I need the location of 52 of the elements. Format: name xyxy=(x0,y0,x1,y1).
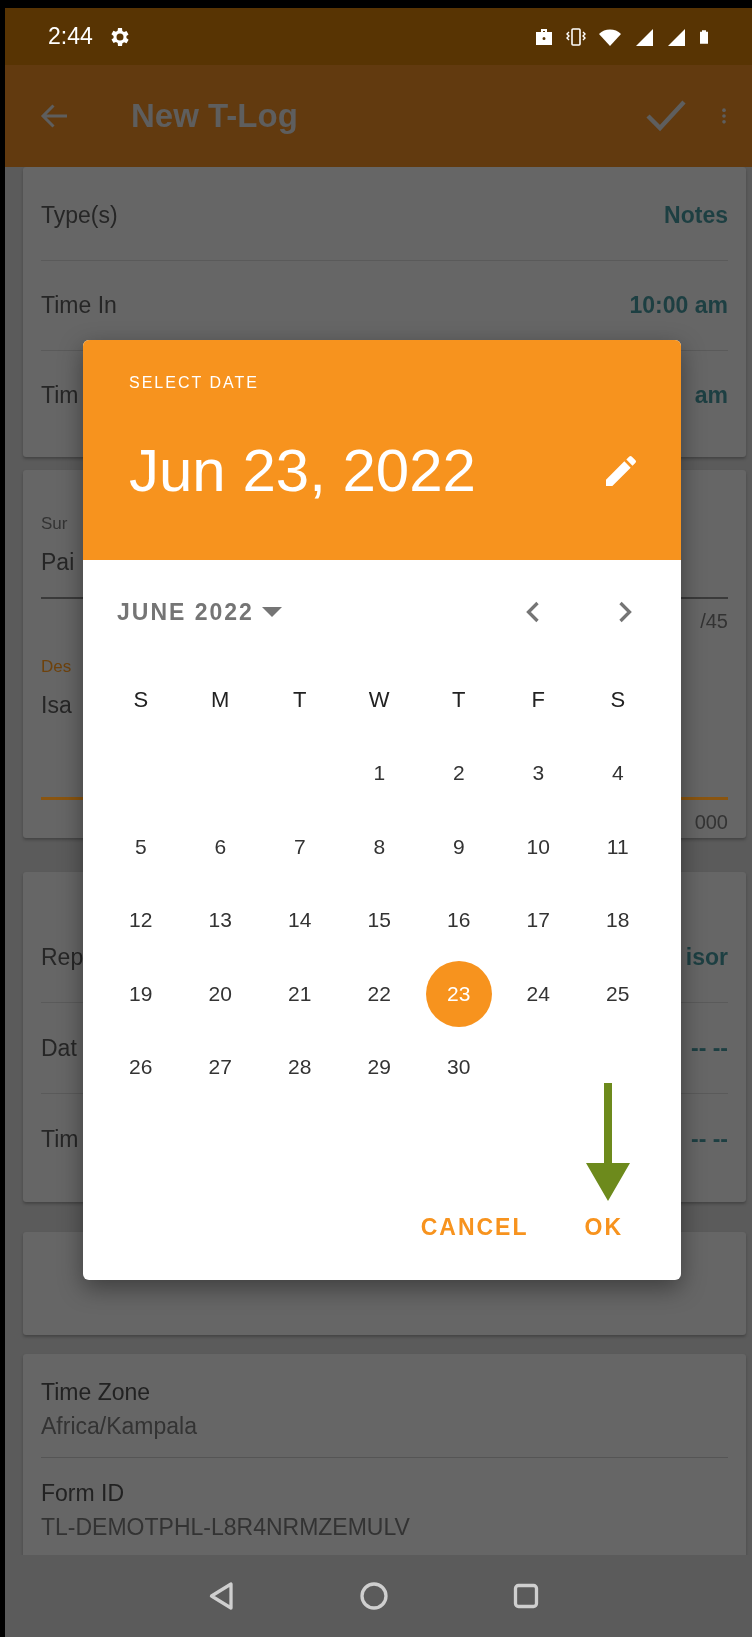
field-label: Dat xyxy=(41,1034,77,1062)
calendar-day[interactable]: 1 xyxy=(346,740,413,807)
down-arrow-icon xyxy=(586,1083,630,1201)
calendar-day[interactable]: 7 xyxy=(266,813,333,880)
field-label: Time In xyxy=(41,292,117,319)
clock-time: 2:44 xyxy=(48,23,93,50)
calendar-day[interactable]: 19 xyxy=(107,960,174,1027)
calendar-day[interactable]: 24 xyxy=(505,960,572,1027)
weekday-label: T xyxy=(451,685,467,714)
calendar-day[interactable]: 25 xyxy=(584,960,651,1027)
calendar-day[interactable]: 5 xyxy=(107,813,174,880)
calendar-day[interactable]: 21 xyxy=(266,960,333,1027)
month-dropdown[interactable]: JUNE 2022 xyxy=(117,598,282,626)
caret-icon xyxy=(261,607,282,617)
weekday-label: S xyxy=(132,685,150,714)
calendar-day[interactable]: 10 xyxy=(505,813,572,880)
calendar-day[interactable]: 30 xyxy=(425,1034,492,1101)
field-label: Form ID xyxy=(41,1479,125,1507)
calendar-day[interactable]: 12 xyxy=(107,887,174,954)
screen-title: New T-Log xyxy=(131,97,298,135)
calendar-day[interactable]: 8 xyxy=(346,813,413,880)
calendar-day[interactable]: 29 xyxy=(346,1034,413,1101)
weekday-label: F xyxy=(530,685,546,714)
weekday-label: M xyxy=(210,685,231,714)
calendar-day[interactable]: 26 xyxy=(107,1034,174,1101)
calendar-day[interactable]: 13 xyxy=(187,887,254,954)
field-label: Rep xyxy=(41,943,84,971)
calendar-day[interactable]: 22 xyxy=(346,960,413,1027)
calendar-day[interactable]: 2 xyxy=(425,740,492,807)
field-label: Type(s) xyxy=(41,202,118,229)
calendar-day[interactable]: 28 xyxy=(266,1034,333,1101)
calendar-day[interactable]: 4 xyxy=(584,740,651,807)
calendar-day[interactable]: 9 xyxy=(425,813,492,880)
calendar-day[interactable]: 20 xyxy=(187,960,254,1027)
selected-date: Jun 23, 2022 xyxy=(129,436,476,505)
calendar-day[interactable]: 6 xyxy=(187,813,254,880)
calendar-day[interactable]: 27 xyxy=(187,1034,254,1101)
field-label: Tim xyxy=(41,382,79,409)
weekday-label: W xyxy=(367,685,391,714)
calendar-day[interactable]: 17 xyxy=(505,887,572,954)
calendar-day[interactable]: 16 xyxy=(425,887,492,954)
calendar-day[interactable]: 14 xyxy=(266,887,333,954)
field-label: Time Zone xyxy=(41,1378,151,1406)
calendar-day[interactable]: 11 xyxy=(584,813,651,880)
weekday-label: S xyxy=(609,685,627,714)
calendar-day[interactable]: 18 xyxy=(584,887,651,954)
calendar-day[interactable]: 3 xyxy=(505,740,572,807)
field-label: Tim xyxy=(41,1125,79,1153)
calendar-day[interactable]: 15 xyxy=(346,887,413,954)
header-label: SELECT DATE xyxy=(129,374,260,392)
weekday-label: T xyxy=(292,685,308,714)
field-label: Des xyxy=(41,657,72,677)
